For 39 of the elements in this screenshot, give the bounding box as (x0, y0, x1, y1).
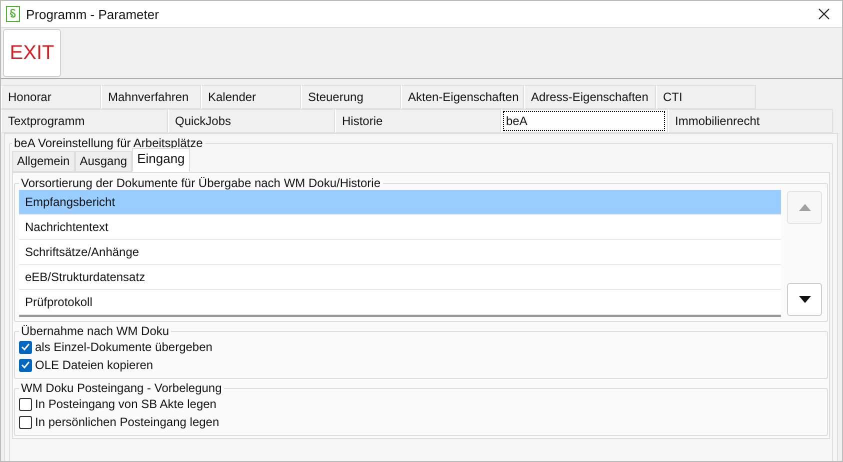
group-title: WM Doku Posteingang - Vorbelegung (20, 381, 223, 395)
list-item[interactable]: Nachrichtentext (19, 215, 781, 240)
tab[interactable]: CTI (656, 85, 756, 109)
tab[interactable]: Steuerung (301, 85, 401, 109)
close-icon[interactable] (818, 8, 830, 20)
checkbox-label: als Einzel-Dokumente übergeben (35, 340, 212, 354)
group-title: Vorsortierung der Dokumente für Übergabe nach WM Doku/Historie (20, 176, 382, 190)
checkbox[interactable] (19, 358, 32, 372)
checkbox-label: In Posteingang von SB Akte legen (35, 397, 216, 411)
exit-button[interactable]: EXIT (3, 29, 61, 77)
list-item[interactable]: Schriftsätze/Anhänge (19, 240, 781, 265)
tab[interactable]: Historie (335, 109, 501, 133)
tab[interactable]: Textprogramm (1, 109, 168, 133)
down-arrow-icon (798, 296, 810, 303)
checkbox-label: OLE Dateien kopieren (35, 358, 154, 372)
window-title: Programm - Parameter (26, 6, 160, 22)
checkbox[interactable] (19, 416, 32, 428)
tab[interactable]: Mahnverfahren (101, 85, 201, 109)
list-item[interactable]: eEB/Strukturdatensatz (19, 265, 781, 290)
tab[interactable]: Adress-Eigenschaften (524, 85, 656, 109)
app-icon (6, 6, 20, 22)
group-title: beA Voreinstellung für Arbeitsplätze (13, 136, 204, 150)
checkbox[interactable] (19, 398, 32, 410)
tab[interactable]: Allgemein (12, 151, 75, 172)
checkbox[interactable] (19, 340, 32, 354)
group-title: Übernahme nach WM Doku (20, 324, 170, 338)
up-arrow-icon (798, 204, 810, 211)
list-item[interactable]: Empfangsbericht (19, 190, 781, 215)
list-item[interactable]: Prüfprotokoll (19, 290, 781, 315)
tab[interactable]: beA (501, 109, 668, 133)
checkbox-label: In persönlichen Posteingang legen (35, 415, 220, 429)
move-down-button[interactable] (787, 283, 822, 316)
tab[interactable]: Akten-Eigenschaften (401, 85, 524, 109)
tab[interactable]: Honorar (1, 85, 101, 109)
tab[interactable]: Eingang (132, 148, 190, 172)
tab[interactable]: QuickJobs (168, 109, 335, 133)
tab[interactable]: Immobilienrecht (668, 109, 833, 133)
tab[interactable]: Ausgang (74, 151, 132, 172)
tab[interactable]: Kalender (201, 85, 301, 109)
